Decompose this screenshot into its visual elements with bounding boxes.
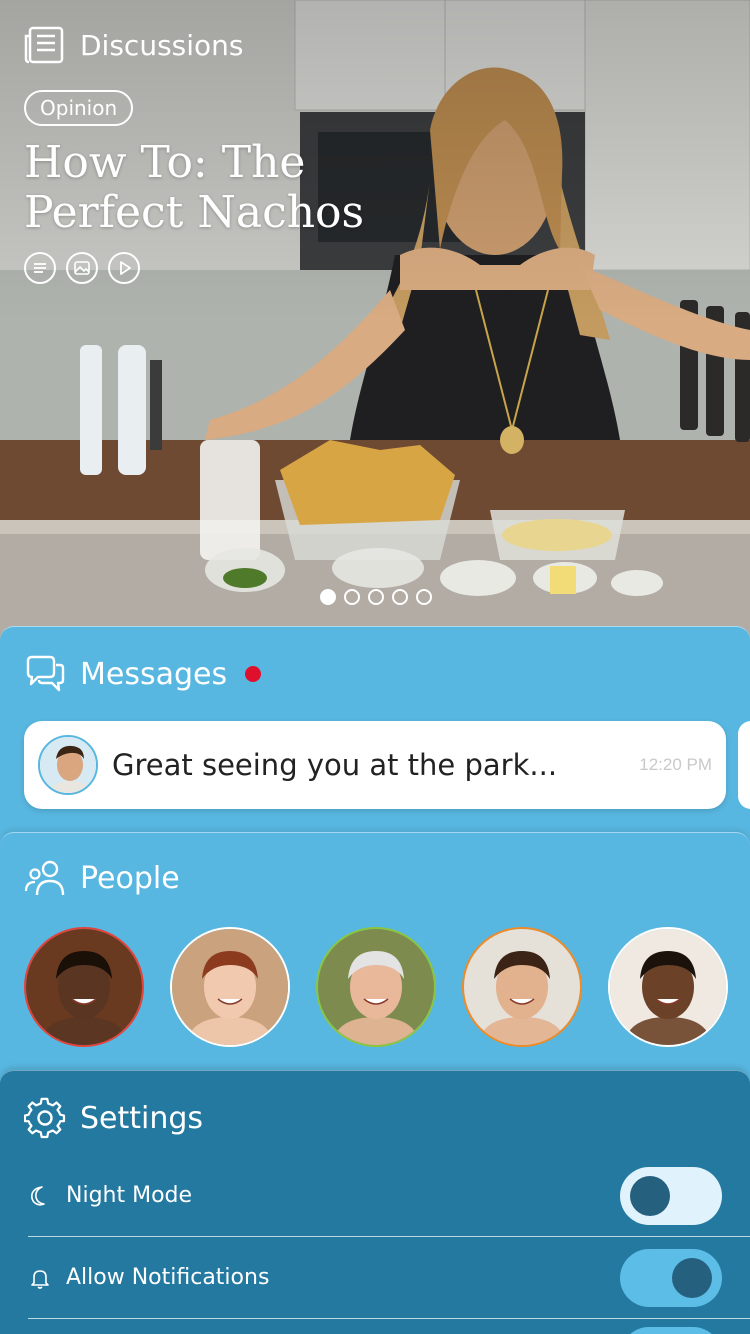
category-tag[interactable]: Opinion xyxy=(24,90,134,126)
messages-title: Messages xyxy=(80,656,228,692)
person-avatar[interactable] xyxy=(462,927,582,1047)
hero-carousel[interactable]: Discussions Opinion How To: The Perfect … xyxy=(0,0,750,640)
newspaper-icon xyxy=(24,26,64,64)
allow-notifications-label: Allow Notifications xyxy=(66,1265,270,1290)
allow-notifications-row[interactable]: Allow Notifications xyxy=(28,1237,750,1319)
night-mode-toggle[interactable] xyxy=(620,1166,722,1225)
moon-icon xyxy=(31,1185,45,1206)
people-title: People xyxy=(80,860,180,896)
play-icon xyxy=(108,252,140,284)
settings-header[interactable]: Settings xyxy=(24,1097,203,1139)
toggle-knob xyxy=(672,1257,712,1298)
next-message-card-peek[interactable] xyxy=(738,721,750,809)
night-mode-label: Night Mode xyxy=(66,1183,193,1208)
carousel-pagination[interactable] xyxy=(320,589,432,605)
unread-indicator xyxy=(245,666,262,682)
carousel-dot[interactable] xyxy=(368,589,384,605)
gallery-icon xyxy=(66,252,98,284)
messages-panel: Messages Great seeing you at the park...… xyxy=(0,626,750,856)
message-time: 12:20 PM xyxy=(639,755,712,774)
discussions-title: Discussions xyxy=(80,28,244,62)
chat-bubbles-icon xyxy=(26,655,65,692)
toggle-knob xyxy=(630,1175,670,1216)
carousel-dot[interactable] xyxy=(344,589,360,605)
people-avatar-row xyxy=(24,927,728,1047)
carousel-dot[interactable] xyxy=(416,589,432,605)
settings-panel: Settings Night Mode Allow Notifications xyxy=(0,1070,750,1334)
carousel-dot[interactable] xyxy=(320,589,336,605)
article-icon xyxy=(24,252,56,284)
message-preview-card[interactable]: Great seeing you at the park... 12:20 PM xyxy=(24,721,726,809)
people-header[interactable]: People xyxy=(24,857,180,899)
people-panel: People xyxy=(0,832,750,1082)
allow-notifications-toggle[interactable] xyxy=(620,1248,722,1307)
person-avatar[interactable] xyxy=(316,927,436,1047)
person-avatar[interactable] xyxy=(608,927,728,1047)
carousel-dot[interactable] xyxy=(392,589,408,605)
message-preview-text: Great seeing you at the park... xyxy=(112,748,558,782)
media-type-icons xyxy=(24,252,140,284)
bell-icon xyxy=(31,1269,49,1289)
article-headline[interactable]: How To: The Perfect Nachos xyxy=(24,138,424,238)
gear-icon xyxy=(24,1097,66,1139)
messages-header[interactable]: Messages xyxy=(24,653,262,695)
avatar xyxy=(38,735,98,795)
settings-title: Settings xyxy=(80,1100,204,1136)
next-toggle-peek[interactable] xyxy=(620,1327,722,1334)
hero-header[interactable]: Discussions xyxy=(24,24,244,66)
people-icon xyxy=(24,860,65,896)
night-mode-row[interactable]: Night Mode xyxy=(28,1155,750,1237)
person-avatar[interactable] xyxy=(170,927,290,1047)
person-avatar[interactable] xyxy=(24,927,144,1047)
